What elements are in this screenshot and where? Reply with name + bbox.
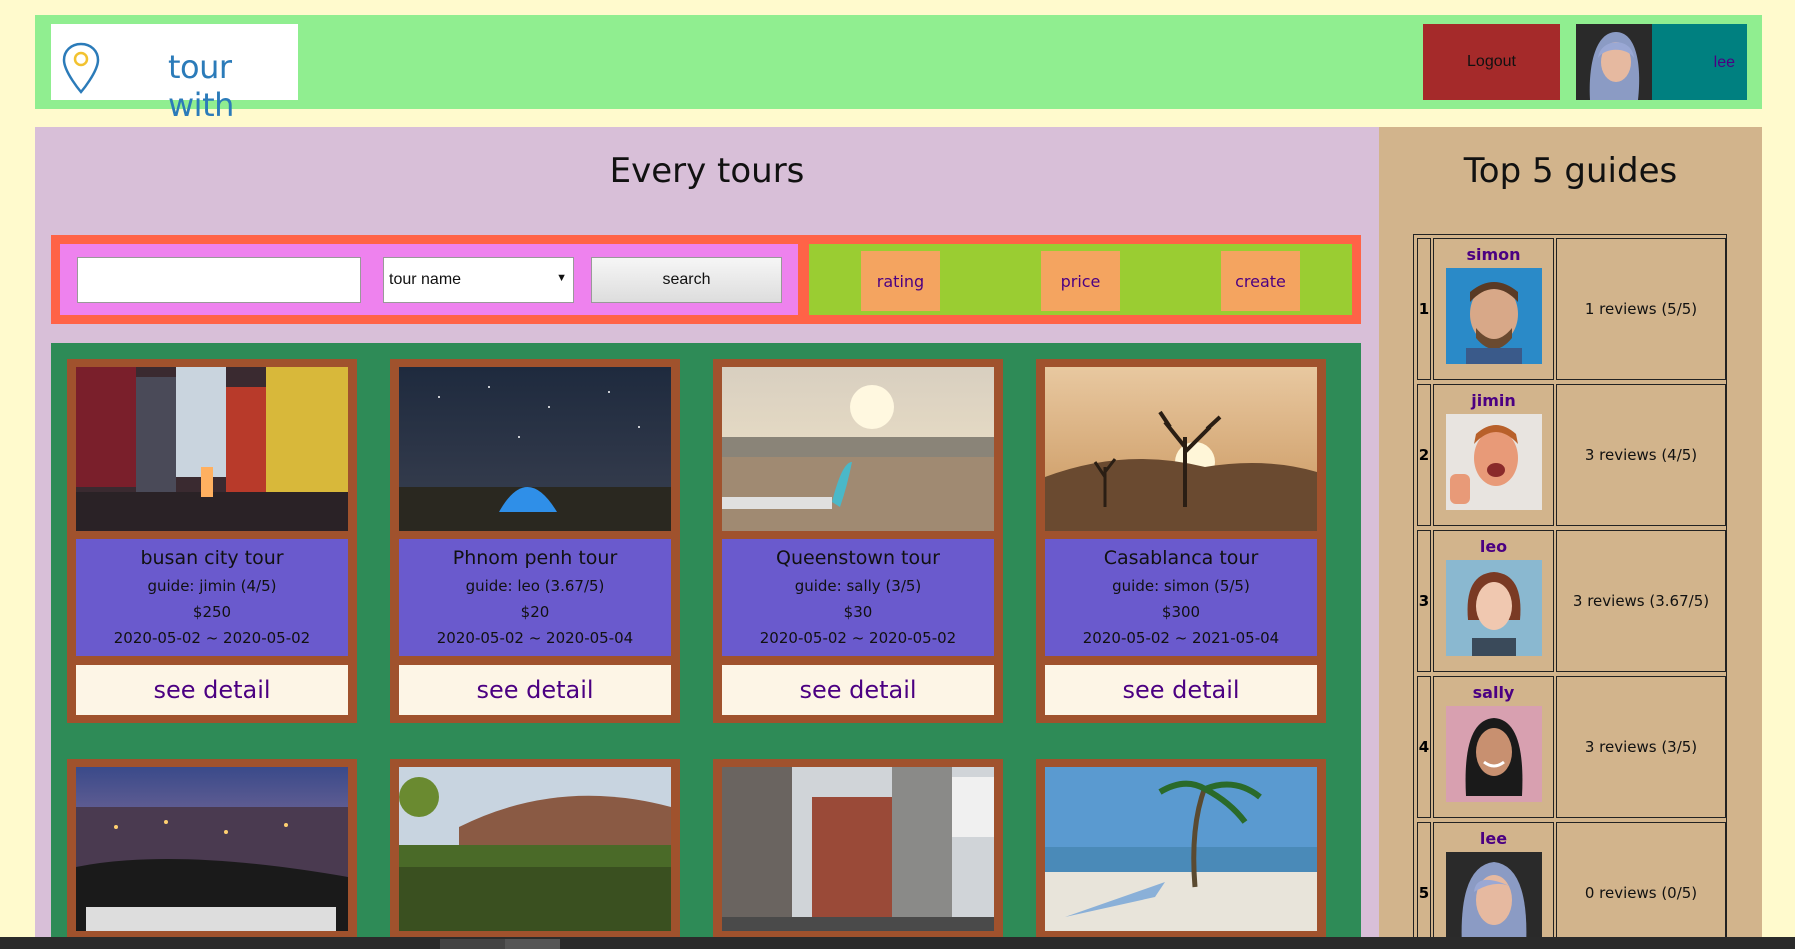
table-row[interactable]: 5 lee 0 reviews (0/5): [1415, 820, 1726, 949]
guide-cell: lee: [1433, 822, 1554, 949]
tour-card: Phnom penh tour guide: leo (3.67/5) $20 …: [390, 359, 680, 723]
sort-bar: rating price create: [809, 244, 1352, 315]
tour-dates: 2020-05-02 ~ 2021-05-04: [1082, 629, 1280, 647]
guide-reviews: 3 reviews (3/5): [1556, 676, 1726, 818]
tour-name: busan city tour: [140, 547, 284, 569]
tour-card: [390, 759, 680, 949]
see-detail-button[interactable]: see detail: [1045, 665, 1317, 715]
tour-card: Queenstown tour guide: sally (3/5) $30 2…: [713, 359, 1003, 723]
sidebar-title: Top 5 guides: [1463, 151, 1678, 191]
table-row[interactable]: 3 leo 3 reviews (3.67/5): [1415, 528, 1726, 674]
tour-image[interactable]: [399, 367, 671, 531]
guide-reviews: 3 reviews (3.67/5): [1556, 530, 1726, 672]
top-header: tour with Logout lee: [35, 15, 1762, 124]
sort-create-button[interactable]: create: [1221, 251, 1300, 311]
tour-guide: guide: sally (3/5): [794, 577, 922, 595]
tour-name: Queenstown tour: [776, 547, 940, 569]
guide-rank: 5: [1417, 822, 1431, 949]
tour-image[interactable]: [76, 367, 348, 531]
tour-guide: guide: leo (3.67/5): [465, 577, 605, 595]
dropdown-arrow-icon: ▼: [556, 272, 567, 284]
guide-avatar[interactable]: [1445, 852, 1542, 948]
tour-dates: 2020-05-02 ~ 2020-05-02: [759, 629, 957, 647]
sort-rating-button[interactable]: rating: [861, 251, 940, 311]
os-taskbar: [0, 937, 1795, 949]
tours-grid: busan city tour guide: jimin (4/5) $250 …: [51, 343, 1361, 949]
guide-rank: 3: [1417, 530, 1431, 672]
guides-table: 1 simon 1 reviews (5/5) 2 jimin 3 review…: [1413, 234, 1727, 949]
avatar: [1576, 24, 1652, 100]
page-title: Every tours: [609, 151, 805, 191]
select-value: tour name: [389, 271, 462, 288]
see-detail-button[interactable]: see detail: [399, 665, 671, 715]
top-guides-section: Top 5 guides 1 simon 1 reviews (5/5) 2 j…: [1379, 127, 1762, 949]
tour-card: [1036, 759, 1326, 949]
table-row[interactable]: 1 simon 1 reviews (5/5): [1415, 236, 1726, 382]
guide-name[interactable]: jimin: [1434, 391, 1553, 410]
search-bar: tour name ▼ search: [60, 244, 798, 315]
tour-card: Casablanca tour guide: simon (5/5) $300 …: [1036, 359, 1326, 723]
tour-image[interactable]: [76, 767, 348, 931]
guide-name[interactable]: simon: [1434, 245, 1553, 264]
tour-image[interactable]: [1045, 767, 1317, 931]
tour-price: $30: [843, 603, 873, 621]
tour-info: busan city tour guide: jimin (4/5) $250 …: [76, 539, 348, 656]
tour-name: Casablanca tour: [1103, 547, 1259, 569]
tour-guide: guide: simon (5/5): [1112, 577, 1250, 595]
tour-dates: 2020-05-02 ~ 2020-05-04: [436, 629, 634, 647]
tour-info: Phnom penh tour guide: leo (3.67/5) $20 …: [399, 539, 671, 656]
location-pin-icon: [62, 42, 100, 94]
tour-info: Queenstown tour guide: sally (3/5) $30 2…: [722, 539, 994, 656]
tour-price: $250: [192, 603, 232, 621]
tour-guide: guide: jimin (4/5): [147, 577, 277, 595]
logo-text: tour with: [168, 48, 234, 124]
tour-price: $300: [1161, 603, 1201, 621]
tour-image[interactable]: [722, 767, 994, 931]
tour-card: [67, 759, 357, 949]
guide-cell: jimin: [1433, 384, 1554, 526]
tour-price: $20: [520, 603, 550, 621]
logout-button[interactable]: Logout: [1423, 24, 1560, 100]
sort-price-button[interactable]: price: [1041, 251, 1120, 311]
guide-avatar[interactable]: [1445, 268, 1542, 364]
search-type-select[interactable]: tour name ▼: [383, 257, 574, 303]
guide-avatar[interactable]: [1445, 414, 1542, 510]
user-profile[interactable]: lee: [1576, 24, 1747, 100]
guide-rank: 2: [1417, 384, 1431, 526]
guide-cell: simon: [1433, 238, 1554, 380]
guide-name[interactable]: leo: [1434, 537, 1553, 556]
guide-cell: sally: [1433, 676, 1554, 818]
taskbar-item[interactable]: [505, 939, 560, 949]
table-row[interactable]: 4 sally 3 reviews (3/5): [1415, 674, 1726, 820]
guide-avatar[interactable]: [1445, 560, 1542, 656]
tour-card: [713, 759, 1003, 949]
see-detail-button[interactable]: see detail: [76, 665, 348, 715]
tour-image[interactable]: [722, 367, 994, 531]
guide-cell: leo: [1433, 530, 1554, 672]
guide-rank: 4: [1417, 676, 1431, 818]
search-button[interactable]: search: [591, 257, 782, 303]
guide-reviews: 1 reviews (5/5): [1556, 238, 1726, 380]
guide-reviews: 3 reviews (4/5): [1556, 384, 1726, 526]
guide-reviews: 0 reviews (0/5): [1556, 822, 1726, 949]
tour-image[interactable]: [1045, 367, 1317, 531]
username: lee: [1713, 54, 1735, 71]
tour-dates: 2020-05-02 ~ 2020-05-02: [113, 629, 311, 647]
see-detail-button[interactable]: see detail: [722, 665, 994, 715]
tour-image[interactable]: [399, 767, 671, 931]
guide-avatar[interactable]: [1445, 706, 1542, 802]
site-logo[interactable]: tour with: [51, 24, 298, 124]
tours-section: Every tours tour name ▼ search rating pr…: [35, 127, 1379, 949]
guide-name[interactable]: sally: [1434, 683, 1553, 702]
tour-info: Casablanca tour guide: simon (5/5) $300 …: [1045, 539, 1317, 656]
toolbar: tour name ▼ search rating price create: [51, 235, 1361, 324]
guide-rank: 1: [1417, 238, 1431, 380]
tour-name: Phnom penh tour: [452, 547, 618, 569]
table-row[interactable]: 2 jimin 3 reviews (4/5): [1415, 382, 1726, 528]
tour-card: busan city tour guide: jimin (4/5) $250 …: [67, 359, 357, 723]
search-input[interactable]: [77, 257, 361, 303]
guide-name[interactable]: lee: [1434, 829, 1553, 848]
